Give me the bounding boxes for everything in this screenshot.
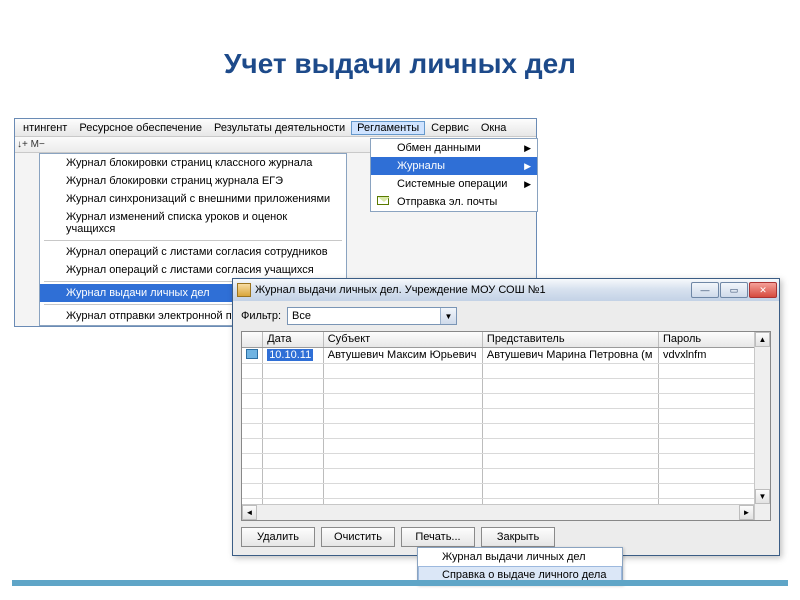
column-header[interactable] <box>242 332 263 347</box>
удалить-button[interactable]: Удалить <box>241 527 315 547</box>
column-header[interactable]: Дата <box>263 332 324 347</box>
menubar-item[interactable]: Сервис <box>425 122 475 134</box>
titlebar: Журнал выдачи личных дел. Учреждение МОУ… <box>233 279 779 301</box>
folder-icon <box>246 349 258 359</box>
menubar: нтингентРесурсное обеспечениеРезультаты … <box>15 119 536 137</box>
print-menu-item[interactable]: Журнал выдачи личных дел <box>418 548 622 566</box>
data-grid[interactable]: ДатаСубъектПредставительПароль10.10.11Ав… <box>241 331 771 521</box>
submenu-item[interactable]: Обмен данными▶ <box>371 139 537 157</box>
slide-footer-bar <box>12 580 788 586</box>
table-row[interactable]: 10.10.11Автушевич Максим ЮрьевичАвтушеви… <box>242 347 770 363</box>
reglamenty-submenu: Обмен данными▶Журналы▶Системные операции… <box>370 138 538 212</box>
submenu-item[interactable]: Отправка эл. почты <box>371 193 537 211</box>
scroll-up-icon[interactable]: ▲ <box>755 332 770 347</box>
vertical-scrollbar[interactable]: ▲ ▼ <box>754 332 770 520</box>
journal-window: Журнал выдачи личных дел. Учреждение МОУ… <box>232 278 780 556</box>
journal-menu-item[interactable]: Журнал блокировки страниц классного журн… <box>40 154 346 172</box>
close-button[interactable]: ✕ <box>749 282 777 298</box>
scroll-down-icon[interactable]: ▼ <box>755 489 770 504</box>
table-row[interactable] <box>242 483 770 498</box>
filter-combo[interactable]: Все ▼ <box>287 307 457 325</box>
minimize-button[interactable]: — <box>691 282 719 298</box>
journal-menu-item[interactable]: Журнал блокировки страниц журнала ЕГЭ <box>40 172 346 190</box>
window-title: Журнал выдачи личных дел. Учреждение МОУ… <box>255 284 546 296</box>
submenu-item[interactable]: Журналы▶ <box>371 157 537 175</box>
table-row[interactable] <box>242 363 770 378</box>
menubar-item[interactable]: Ресурсное обеспечение <box>73 122 208 134</box>
chevron-down-icon[interactable]: ▼ <box>440 308 456 324</box>
menubar-item[interactable]: нтингент <box>17 122 73 134</box>
table-row[interactable] <box>242 438 770 453</box>
maximize-button[interactable]: ▭ <box>720 282 748 298</box>
slide-title: Учет выдачи личных дел <box>0 48 800 80</box>
закрыть-button[interactable]: Закрыть <box>481 527 555 547</box>
mail-icon <box>377 196 389 205</box>
очистить-button[interactable]: Очистить <box>321 527 395 547</box>
menubar-item[interactable]: Регламенты <box>351 121 425 135</box>
column-header[interactable]: Субъект <box>323 332 482 347</box>
filter-label: Фильтр: <box>241 310 281 322</box>
scroll-left-icon[interactable]: ◄ <box>242 505 257 520</box>
menubar-item[interactable]: Результаты деятельности <box>208 122 351 134</box>
печать-button[interactable]: Печать... <box>401 527 475 547</box>
table-row[interactable] <box>242 378 770 393</box>
table-row[interactable] <box>242 468 770 483</box>
menubar-item[interactable]: Окна <box>475 122 513 134</box>
journal-menu-item[interactable]: Журнал операций с листами согласия сотру… <box>40 243 346 261</box>
chevron-right-icon: ▶ <box>524 161 531 172</box>
column-header[interactable]: Представитель <box>482 332 658 347</box>
chevron-right-icon: ▶ <box>524 179 531 190</box>
filter-value: Все <box>292 310 311 322</box>
submenu-item[interactable]: Системные операции▶ <box>371 175 537 193</box>
column-header[interactable]: Пароль <box>658 332 769 347</box>
horizontal-scrollbar[interactable]: ◄ ► <box>242 504 754 520</box>
table-row[interactable] <box>242 423 770 438</box>
button-row: УдалитьОчиститьПечать...Закрыть Журнал в… <box>241 527 771 547</box>
table-row[interactable] <box>242 453 770 468</box>
table-row[interactable] <box>242 408 770 423</box>
table-row[interactable] <box>242 393 770 408</box>
journal-menu-item[interactable]: Журнал изменений списка уроков и оценок … <box>40 208 346 238</box>
toolbar-hint: ↓+ M− <box>17 139 45 150</box>
journal-menu-item[interactable]: Журнал операций с листами согласия учащи… <box>40 261 346 279</box>
chevron-right-icon: ▶ <box>524 143 531 154</box>
journal-menu-item[interactable]: Журнал синхронизаций с внешними приложен… <box>40 190 346 208</box>
app-icon <box>237 283 251 297</box>
scroll-right-icon[interactable]: ► <box>739 505 754 520</box>
